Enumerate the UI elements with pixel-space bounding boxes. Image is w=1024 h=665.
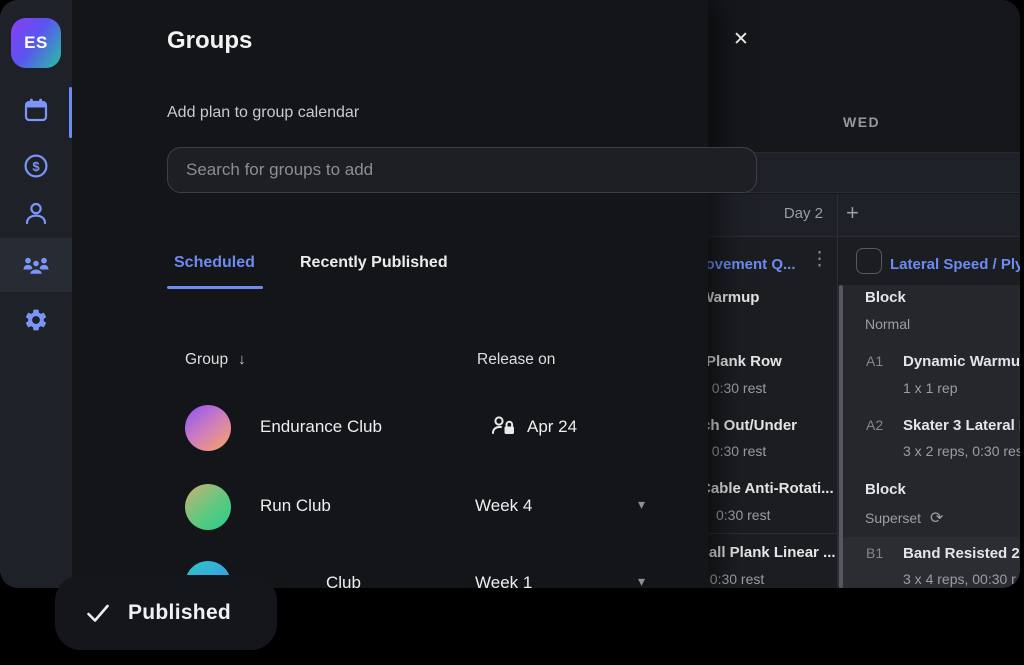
- person-icon: [23, 200, 49, 226]
- published-toast: Published: [55, 575, 277, 650]
- block-separator: [700, 533, 837, 534]
- exercise-detail: , 0:30 rest: [702, 571, 764, 587]
- workout-checkbox[interactable]: [856, 248, 882, 274]
- exercise-tag: B1: [866, 545, 883, 561]
- block-type: Normal: [865, 316, 910, 332]
- exercise-detail: 1 x 1 rep: [903, 380, 957, 396]
- group-name: Club: [326, 573, 361, 588]
- add-workout-button[interactable]: +: [846, 200, 859, 226]
- sidebar-item-settings[interactable]: [0, 294, 72, 346]
- superset-cycle-icon: ⟳: [930, 510, 943, 527]
- tab-recently-published[interactable]: Recently Published: [300, 254, 448, 272]
- group-avatar: [185, 484, 231, 530]
- groups-modal: Groups ✕ Add plan to group calendar Sche…: [72, 0, 708, 588]
- exercise-name: ch Out/Under: [702, 417, 797, 434]
- more-menu-icon[interactable]: ⋮: [810, 247, 829, 273]
- exercise-name: Plank Row: [706, 353, 782, 370]
- exercise-detail: , 0:30 rest: [704, 443, 766, 459]
- card-scrollbar[interactable]: [839, 285, 843, 588]
- sidebar-item-groups[interactable]: [0, 238, 72, 292]
- exercise-detail: , 0:30 rest: [704, 380, 766, 396]
- calendar-icon: [23, 97, 49, 123]
- svg-text:$: $: [32, 159, 40, 174]
- group-row[interactable]: Endurance Club Apr 24: [167, 405, 687, 469]
- exercise-tag: A1: [866, 353, 883, 369]
- app-window: WED Day 2 + Movement Q... ⋮ Warmup Plank…: [0, 0, 1020, 588]
- block-label: Block: [865, 289, 906, 306]
- release-week-select[interactable]: Week 4: [475, 496, 532, 516]
- sidebar: ES $: [0, 0, 72, 588]
- block-label: Block: [865, 481, 906, 498]
- exercise-name: Cable Anti-Rotati...: [700, 480, 834, 497]
- sort-descending-icon[interactable]: ↓: [238, 351, 246, 368]
- column-header-group: Group ↓: [185, 351, 246, 369]
- tab-scheduled[interactable]: Scheduled: [174, 254, 255, 272]
- gear-icon: [23, 307, 49, 333]
- groups-icon: [23, 252, 49, 278]
- workout-title-link[interactable]: Movement Q...: [693, 256, 796, 273]
- block-type: Superset ⟳: [865, 508, 943, 528]
- workout-title-link[interactable]: Lateral Speed / Plyo: [890, 256, 1020, 273]
- sidebar-item-calendar[interactable]: [0, 84, 72, 136]
- modal-subtitle: Add plan to group calendar: [167, 104, 359, 122]
- modal-title: Groups: [167, 27, 252, 55]
- exercise-tag: A2: [866, 417, 883, 433]
- group-name: Endurance Club: [260, 417, 382, 437]
- exercise-detail: 3 x 4 reps, 00:30 r: [903, 571, 1016, 587]
- chevron-down-icon[interactable]: ▾: [638, 496, 645, 513]
- group-name: Run Club: [260, 496, 331, 516]
- block-type-label: Superset: [865, 510, 921, 526]
- person-lock-icon: [490, 413, 518, 439]
- exercise-name: Warmup: [700, 289, 759, 306]
- group-column-label: Group: [185, 351, 228, 368]
- check-icon: [85, 600, 111, 626]
- weekday-header: WED: [843, 114, 880, 130]
- sidebar-item-clients[interactable]: [0, 187, 72, 239]
- sidebar-item-payments[interactable]: $: [0, 140, 72, 192]
- dollar-circle-icon: $: [23, 153, 49, 179]
- toast-label: Published: [128, 601, 231, 625]
- group-avatar: [185, 405, 231, 451]
- exercise-name: Band Resisted 2 Step: [903, 545, 1020, 562]
- release-week-select[interactable]: Week 1: [475, 573, 532, 588]
- exercise-name: Ball Plank Linear ...: [698, 544, 836, 561]
- account-avatar[interactable]: ES: [11, 18, 61, 68]
- exercise-detail: 3 x 2 reps, 0:30 res: [903, 443, 1020, 459]
- exercise-name: Skater 3 Lateral Hop: [903, 417, 1020, 434]
- group-row[interactable]: Run Club Week 4 ▾: [167, 484, 687, 548]
- exercise-detail: 0:30 rest: [716, 507, 770, 523]
- chevron-down-icon[interactable]: ▾: [638, 573, 645, 588]
- search-input[interactable]: [167, 147, 757, 193]
- day-label: Day 2: [740, 205, 823, 222]
- close-icon[interactable]: ✕: [727, 26, 755, 54]
- exercise-name: Dynamic Warmup: [903, 353, 1020, 370]
- calendar-day-row: Day 2 +: [700, 194, 1020, 237]
- release-date: Apr 24: [527, 417, 577, 437]
- column-header-release: Release on: [477, 351, 555, 369]
- active-tab-indicator: [167, 286, 263, 289]
- screen: WED Day 2 + Movement Q... ⋮ Warmup Plank…: [0, 0, 1024, 665]
